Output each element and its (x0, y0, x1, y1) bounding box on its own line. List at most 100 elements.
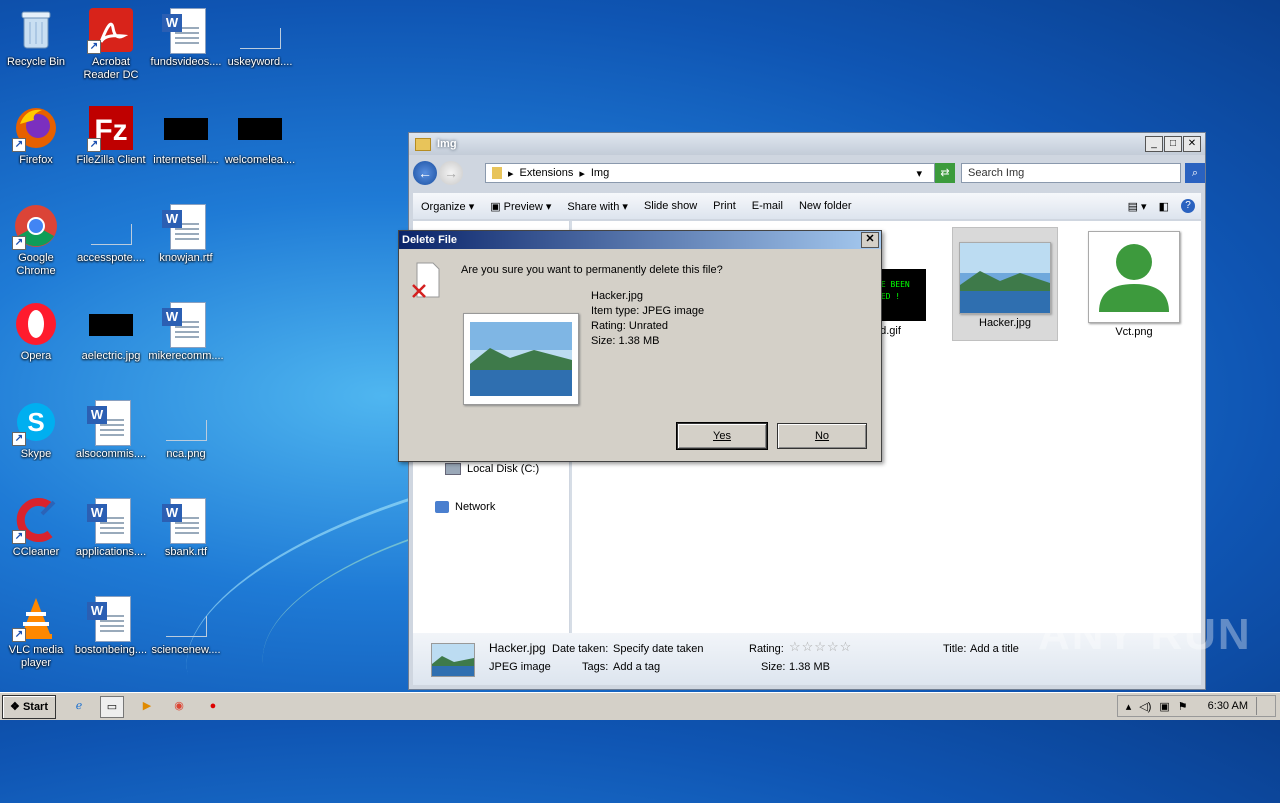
desktop-icon-opera[interactable]: Opera (0, 300, 74, 363)
desktop-icon-mikerecomm[interactable]: W mikerecomm.... (148, 300, 224, 363)
email-button[interactable]: E-mail (744, 200, 791, 212)
search-icon[interactable]: ⌕ (1185, 163, 1205, 183)
network-tray-icon[interactable]: ▣ (1159, 700, 1169, 713)
landscape-thumbnail (959, 242, 1051, 314)
dialog-close-button[interactable]: ✕ (861, 232, 879, 248)
desktop-icon-label: sbank.rtf (164, 546, 208, 558)
word-doc-icon: W (162, 300, 210, 348)
desktop-icon-label: nca.png (166, 448, 206, 460)
address-bar[interactable]: ▸ Extensions ▸ Img ▾ (485, 163, 935, 183)
details-thumbnail (431, 643, 475, 677)
explorer-folder-icon[interactable]: ▭ (100, 696, 124, 718)
file-item-vct-png[interactable]: Vct.png (1082, 231, 1186, 338)
desktop-icon-accesspote[interactable]: accesspote.... (73, 202, 149, 265)
desktop-icon-knowjan[interactable]: W knowjan.rtf (148, 202, 224, 265)
folder-icon (492, 167, 502, 179)
rating-stars-icon[interactable]: ☆☆☆☆☆ (789, 639, 852, 655)
desktop-icon-label: welcomelea.... (224, 154, 296, 166)
desktop-icon-welcomelea[interactable]: welcomelea.... (222, 104, 298, 167)
chrome-taskbar-icon[interactable]: ◉ (168, 696, 190, 716)
search-input[interactable]: Search Img (961, 163, 1181, 183)
details-title-value[interactable]: Add a title (970, 643, 1019, 655)
chevron-down-icon[interactable]: ▾ (916, 167, 922, 180)
organize-button[interactable]: Organize ▾ (413, 200, 482, 213)
desktop-icon-filezilla[interactable]: Fz ↗ FileZilla Client (73, 104, 149, 167)
change-view-icon[interactable]: ▤ ▾ (1128, 200, 1147, 213)
details-date-taken-value[interactable]: Specify date taken (613, 643, 704, 655)
breadcrumb-extensions[interactable]: Extensions (520, 167, 574, 179)
desktop-icon-sciencenew[interactable]: sciencenew.... (148, 594, 224, 657)
desktop-icon-label: FileZilla Client (76, 154, 146, 166)
print-button[interactable]: Print (705, 200, 744, 212)
desktop-icon-ccleaner[interactable]: ↗ CCleaner (0, 496, 74, 559)
word-doc-icon: W (162, 496, 210, 544)
windows-logo-icon: ❖ (10, 701, 20, 713)
desktop-icon-label: Skype (20, 448, 52, 460)
start-button[interactable]: ❖ Start (2, 695, 56, 719)
nav-item-local-disk[interactable]: Local Disk (C:) (445, 463, 539, 475)
desktop-icon-vlc[interactable]: ↗ VLC media player (0, 594, 74, 670)
opera-taskbar-icon[interactable]: ● (202, 696, 224, 716)
recycle-bin-icon (12, 6, 60, 54)
desktop-icon-internetsell[interactable]: internetsell.... (148, 104, 224, 167)
media-player-icon[interactable]: ▶ (136, 696, 158, 716)
flag-icon[interactable]: ⚑ (1178, 700, 1188, 713)
show-desktop-button[interactable] (1256, 697, 1267, 715)
help-icon[interactable]: ? (1181, 199, 1195, 213)
desktop-icon-uskeyword[interactable]: uskeyword.... (222, 6, 298, 69)
desktop-icon-recycle-bin[interactable]: Recycle Bin (0, 6, 74, 69)
shortcut-arrow-icon: ↗ (12, 236, 26, 250)
preview-pane-icon[interactable]: ◧ (1159, 200, 1169, 213)
minimize-button[interactable]: _ (1145, 136, 1163, 152)
volume-icon[interactable]: ◁) (1139, 700, 1151, 713)
desktop-icon-fundsvideos[interactable]: W fundsvideos.... (148, 6, 224, 69)
command-bar: Organize ▾ ▣ Preview ▾ Share with ▾ Slid… (413, 193, 1201, 219)
back-button[interactable]: ← (413, 161, 437, 185)
desktop-icon-chrome[interactable]: ↗ Google Chrome (0, 202, 74, 278)
file-item-hacker-jpg[interactable]: Hacker.jpg (952, 227, 1058, 341)
word-doc-icon: W (87, 398, 135, 446)
desktop-icon-acrobat[interactable]: ↗ Acrobat Reader DC (73, 6, 149, 82)
dialog-file-info: Hacker.jpg Item type: JPEG image Rating:… (591, 289, 704, 349)
ie-icon[interactable]: ℯ (68, 696, 90, 716)
blank-file-icon (236, 6, 284, 54)
maximize-button[interactable]: □ (1164, 136, 1182, 152)
dialog-question: Are you sure you want to permanently del… (461, 264, 723, 276)
desktop-icon-nca[interactable]: nca.png (148, 398, 224, 461)
nav-label: Local Disk (C:) (467, 463, 540, 475)
refresh-icon[interactable]: ⇄ (935, 163, 955, 183)
folder-icon (415, 137, 431, 151)
new-folder-button[interactable]: New folder (791, 200, 860, 212)
desktop-icon-applications[interactable]: W applications.... (73, 496, 149, 559)
desktop-icon-label: Recycle Bin (6, 56, 66, 68)
desktop-icon-bostonbeing[interactable]: W bostonbeing.... (73, 594, 149, 657)
slide-show-button[interactable]: Slide show (636, 200, 705, 212)
desktop-icon-alsocommis[interactable]: W alsocommis.... (73, 398, 149, 461)
details-date-taken-label: Date taken: (552, 643, 609, 655)
desktop-icon-label: internetsell.... (153, 154, 219, 166)
address-bar-row: ← → ▸ Extensions ▸ Img ▾ ⇄ Search Img ⌕ (413, 159, 1205, 187)
yes-button[interactable]: Yes (676, 422, 768, 450)
dialog-titlebar[interactable]: Delete File ✕ (399, 231, 881, 249)
vlc-icon: ↗ (12, 594, 60, 642)
desktop-icon-firefox[interactable]: ↗ Firefox (0, 104, 74, 167)
share-with-button[interactable]: Share with ▾ (559, 200, 636, 213)
preview-button[interactable]: ▣ Preview ▾ (482, 200, 559, 213)
forward-button[interactable]: → (439, 161, 463, 185)
close-button[interactable]: ✕ (1183, 136, 1201, 152)
nav-item-network[interactable]: Network (435, 501, 495, 513)
show-hidden-icons-icon[interactable]: ▴ (1126, 700, 1132, 713)
desktop-icon-sbank[interactable]: W sbank.rtf (148, 496, 224, 559)
desktop-icon-label: VLC media player (8, 644, 64, 669)
dialog-size: Size: 1.38 MB (591, 335, 660, 347)
firefox-icon: ↗ (12, 104, 60, 152)
clock[interactable]: 6:30 AM (1208, 700, 1248, 712)
explorer-titlebar[interactable]: Img _ □ ✕ (409, 133, 1205, 155)
desktop-icon-skype[interactable]: S ↗ Skype (0, 398, 74, 461)
start-label: Start (22, 701, 48, 713)
breadcrumb-img[interactable]: Img (591, 167, 609, 179)
details-tags-value[interactable]: Add a tag (613, 661, 660, 673)
nav-label: Network (455, 501, 496, 513)
desktop-icon-aelectric[interactable]: aelectric.jpg (73, 300, 149, 363)
no-button[interactable]: No (777, 423, 867, 449)
